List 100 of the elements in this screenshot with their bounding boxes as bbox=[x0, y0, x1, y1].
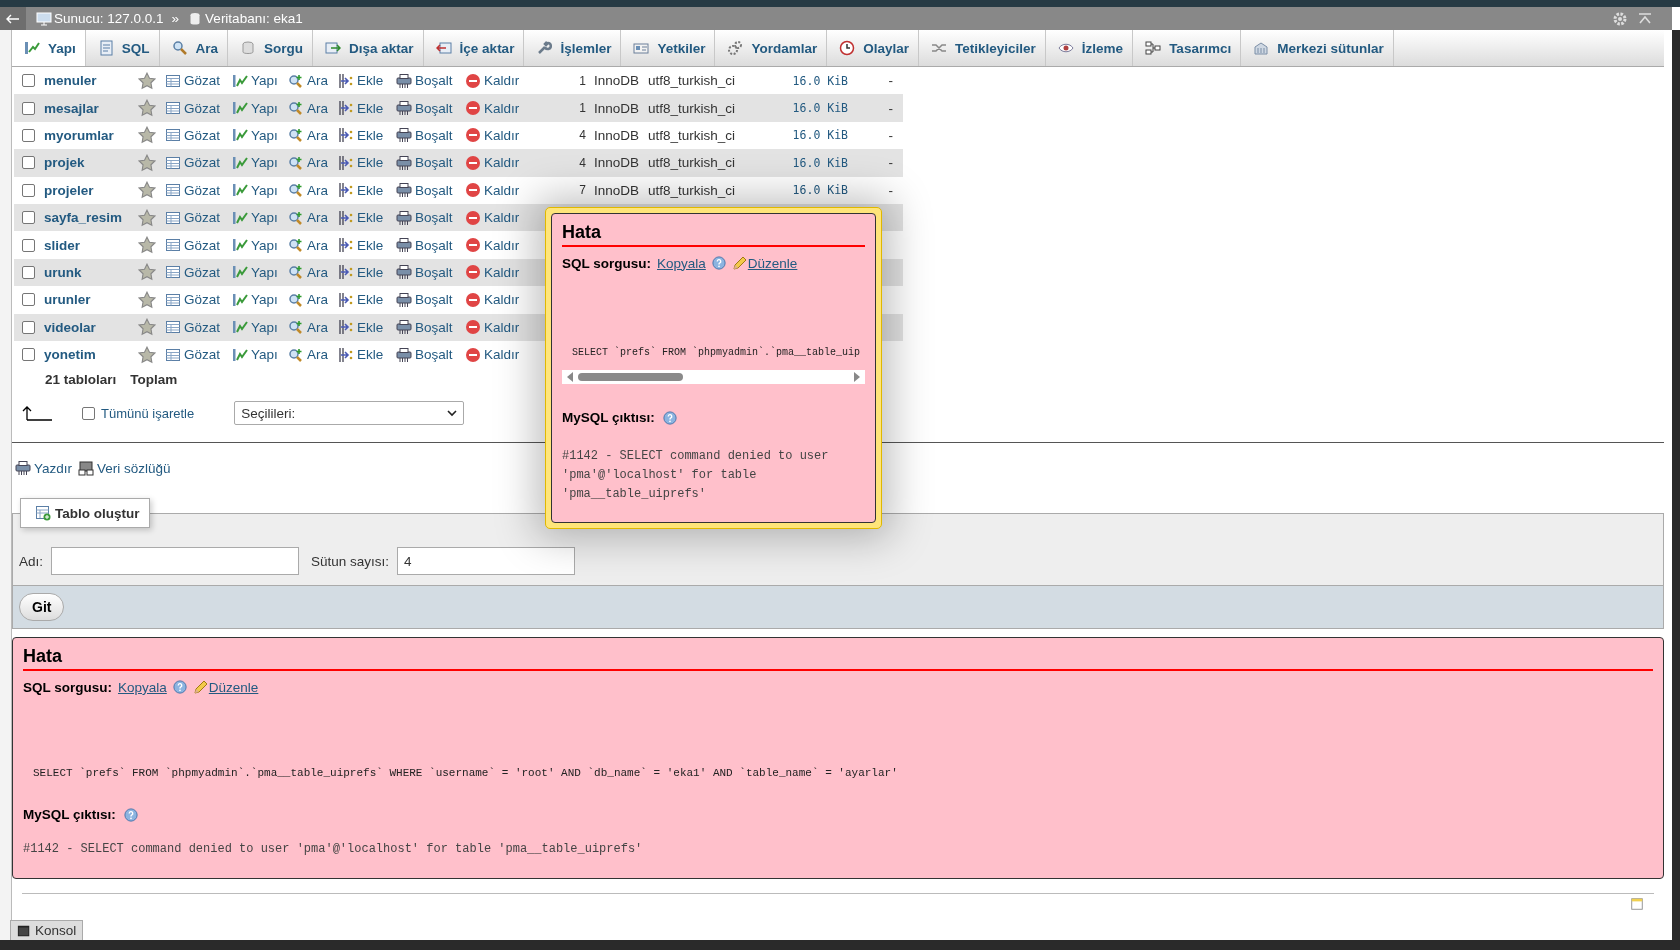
row-checkbox[interactable] bbox=[22, 238, 35, 252]
action-link[interactable]: Yapı bbox=[232, 237, 288, 254]
action-link[interactable]: Kaldır bbox=[465, 154, 545, 171]
action-link[interactable]: Ara bbox=[288, 127, 338, 144]
tab[interactable]: Ara bbox=[159, 30, 229, 66]
action-link[interactable]: Boşalt bbox=[396, 127, 465, 144]
columns-input[interactable]: 4 bbox=[397, 547, 576, 576]
table-name-link[interactable]: urunler bbox=[44, 292, 138, 308]
action-link[interactable]: Yapı bbox=[232, 264, 288, 281]
server-link[interactable]: Sunucu: 127.0.0.1 bbox=[54, 11, 164, 26]
action-link[interactable]: Kaldır bbox=[465, 237, 545, 254]
row-checkbox[interactable] bbox=[22, 101, 35, 115]
action-link[interactable]: Gözat bbox=[165, 237, 232, 254]
table-name-link[interactable]: myorumlar bbox=[44, 127, 138, 143]
table-name-link[interactable]: menuler bbox=[44, 73, 138, 89]
action-link[interactable]: Yapı bbox=[232, 72, 288, 89]
action-link[interactable]: Gözat bbox=[165, 264, 232, 281]
action-link[interactable]: Kaldır bbox=[465, 319, 545, 336]
bulk-action-select[interactable]: Seçilileri: bbox=[234, 401, 465, 426]
action-link[interactable]: Yapı bbox=[232, 291, 288, 308]
print-link[interactable]: Yazdır bbox=[15, 460, 72, 477]
tab[interactable]: Tetikleyiciler bbox=[919, 30, 1046, 66]
action-link[interactable]: Gözat bbox=[165, 291, 232, 308]
action-link[interactable]: Ara bbox=[288, 100, 338, 117]
row-checkbox[interactable] bbox=[22, 74, 35, 88]
tab[interactable]: Tasarımcı bbox=[1133, 30, 1242, 66]
action-link[interactable]: Ara bbox=[288, 264, 338, 281]
action-link[interactable]: Ara bbox=[288, 346, 338, 363]
table-name-link[interactable]: mesajlar bbox=[44, 100, 138, 116]
action-link[interactable]: Gözat bbox=[165, 127, 232, 144]
action-link[interactable]: Ekle bbox=[338, 209, 396, 226]
action-link[interactable]: Kaldır bbox=[465, 264, 545, 281]
tab[interactable]: SQL bbox=[85, 30, 160, 66]
table-name-link[interactable]: videolar bbox=[44, 319, 138, 335]
action-link[interactable]: Ara bbox=[288, 209, 338, 226]
table-name-link[interactable]: yonetim bbox=[44, 347, 138, 363]
scrollbar[interactable] bbox=[1672, 30, 1680, 940]
action-link[interactable]: Gözat bbox=[165, 346, 232, 363]
action-link[interactable]: Kaldır bbox=[465, 182, 545, 199]
action-link[interactable]: Gözat bbox=[165, 182, 232, 199]
check-all-checkbox[interactable] bbox=[82, 406, 95, 420]
action-link[interactable]: Ekle bbox=[338, 291, 396, 308]
tab[interactable]: Merkezi sütunlar bbox=[1241, 30, 1394, 66]
action-link[interactable]: Ara bbox=[288, 319, 338, 336]
arrow-left-icon[interactable] bbox=[566, 372, 574, 382]
row-checkbox[interactable] bbox=[22, 183, 35, 197]
action-link[interactable]: Ekle bbox=[338, 154, 396, 171]
action-link[interactable]: Kaldır bbox=[465, 127, 545, 144]
action-link[interactable]: Boşalt bbox=[396, 209, 465, 226]
row-checkbox[interactable] bbox=[22, 293, 35, 307]
action-link[interactable]: Ekle bbox=[338, 182, 396, 199]
action-link[interactable]: Boşalt bbox=[396, 346, 465, 363]
action-link[interactable]: Gözat bbox=[165, 209, 232, 226]
action-link[interactable]: Boşalt bbox=[396, 154, 465, 171]
action-link[interactable]: Kaldır bbox=[465, 346, 545, 363]
table-name-link[interactable]: slider bbox=[44, 237, 138, 253]
action-link[interactable]: Boşalt bbox=[396, 237, 465, 254]
action-link[interactable]: Ekle bbox=[338, 100, 396, 117]
action-link[interactable]: Ekle bbox=[338, 319, 396, 336]
copy-link[interactable]: Kopyala bbox=[657, 255, 706, 271]
check-all-label[interactable]: Tümünü işaretle bbox=[101, 405, 195, 421]
action-link[interactable]: Kaldır bbox=[465, 209, 545, 226]
action-link[interactable]: Ara bbox=[288, 237, 338, 254]
action-link[interactable]: Ara bbox=[288, 72, 338, 89]
table-name-link[interactable]: sayfa_resim bbox=[44, 210, 138, 226]
action-link[interactable]: Ara bbox=[288, 154, 338, 171]
tab[interactable]: Dışa aktar bbox=[313, 30, 424, 66]
arrow-right-icon[interactable] bbox=[853, 372, 861, 382]
tab[interactable]: Yetkiler bbox=[621, 30, 716, 66]
tab[interactable]: Yordamlar bbox=[715, 30, 828, 66]
action-link[interactable]: Kaldır bbox=[465, 72, 545, 89]
action-link[interactable]: Ara bbox=[288, 182, 338, 199]
row-checkbox[interactable] bbox=[22, 128, 35, 142]
action-link[interactable]: Yapı bbox=[232, 127, 288, 144]
action-link[interactable]: Boşalt bbox=[396, 100, 465, 117]
console-tab[interactable]: Konsol bbox=[10, 920, 84, 940]
tab[interactable]: Yapı bbox=[12, 30, 86, 66]
action-link[interactable]: Gözat bbox=[165, 154, 232, 171]
row-checkbox[interactable] bbox=[22, 156, 35, 170]
collapse-icon[interactable] bbox=[1638, 13, 1652, 26]
action-link[interactable]: Ara bbox=[288, 291, 338, 308]
copy-link[interactable]: Kopyala bbox=[118, 679, 167, 695]
tab[interactable]: İzleme bbox=[1045, 30, 1134, 66]
action-link[interactable]: Ekle bbox=[338, 127, 396, 144]
table-name-link[interactable]: projek bbox=[44, 155, 138, 171]
action-link[interactable]: Gözat bbox=[165, 319, 232, 336]
tab[interactable]: Olaylar bbox=[827, 30, 920, 66]
action-link[interactable]: Gözat bbox=[165, 100, 232, 117]
action-link[interactable]: Ekle bbox=[338, 72, 396, 89]
table-name-link[interactable]: projeler bbox=[44, 182, 138, 198]
row-checkbox[interactable] bbox=[22, 348, 35, 362]
name-input[interactable] bbox=[51, 547, 299, 576]
action-link[interactable]: Boşalt bbox=[396, 264, 465, 281]
tab[interactable]: İşlemler bbox=[524, 30, 622, 66]
action-link[interactable]: Yapı bbox=[232, 100, 288, 117]
edit-link[interactable]: Düzenle bbox=[747, 255, 798, 271]
action-link[interactable]: Ekle bbox=[338, 237, 396, 254]
action-link[interactable]: Yapı bbox=[232, 154, 288, 171]
action-link[interactable]: Boşalt bbox=[396, 291, 465, 308]
action-link[interactable]: Boşalt bbox=[396, 72, 465, 89]
